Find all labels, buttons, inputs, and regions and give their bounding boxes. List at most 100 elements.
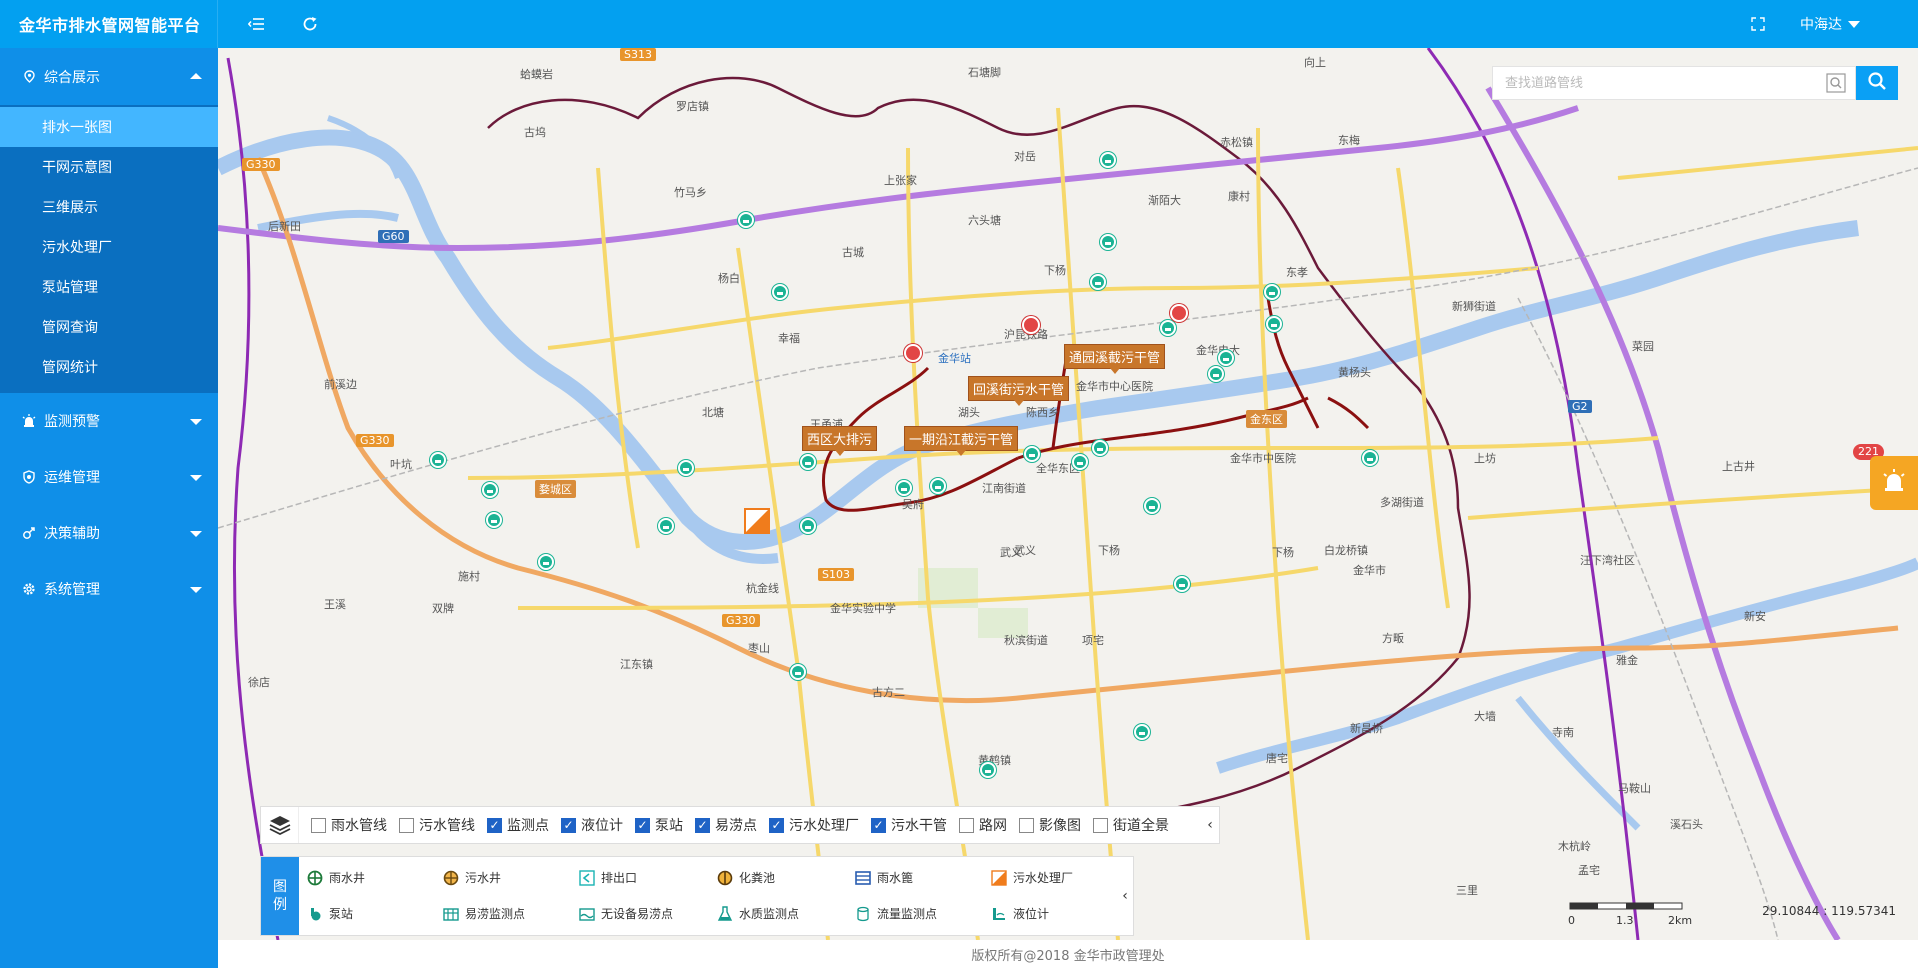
menu-item-3d-view[interactable]: 三维展示 — [0, 187, 218, 227]
layer-toggle-level-gauge[interactable]: 液位计 — [561, 815, 623, 835]
layer-toggle-rain-pipe[interactable]: 雨水管线 — [311, 815, 387, 835]
monitoring-point-marker[interactable] — [482, 482, 498, 498]
place-label: 江东镇 — [620, 658, 653, 671]
search-scan-icon[interactable] — [1825, 72, 1847, 94]
monitoring-point-marker[interactable] — [1218, 350, 1234, 366]
pipe-label[interactable]: 通园溪截污干管 — [1064, 344, 1166, 374]
monitoring-point-marker[interactable] — [1264, 284, 1280, 300]
monitoring-point-marker[interactable] — [678, 460, 694, 476]
menu-group-decision[interactable]: 决策辅助 — [0, 505, 218, 561]
layers-icon[interactable] — [261, 807, 299, 843]
menu-group-system[interactable]: 系统管理 — [0, 561, 218, 617]
menu-item-treatment-plant[interactable]: 污水处理厂 — [0, 227, 218, 267]
search-icon — [1867, 71, 1887, 95]
pump-station-marker[interactable] — [904, 344, 922, 362]
pipe-label[interactable]: 西区大排污 — [802, 426, 878, 456]
layer-toggle-street-view[interactable]: 街道全景 — [1093, 815, 1169, 835]
layer-toggle-monitoring[interactable]: 监测点 — [487, 815, 549, 835]
layer-toggle-sewage-pipe[interactable]: 污水管线 — [399, 815, 475, 835]
menu-group-label: 决策辅助 — [44, 526, 100, 542]
fullscreen-icon[interactable] — [1748, 14, 1768, 34]
chevron-left-icon[interactable]: ‹ — [1117, 857, 1133, 935]
pipe-label[interactable]: 回溪街污水干管 — [968, 376, 1070, 406]
menu-group-header-overview[interactable]: 综合展示 — [0, 48, 218, 105]
checkbox[interactable] — [635, 817, 650, 833]
menu-group-monitoring[interactable]: 监测预警 — [0, 393, 218, 449]
layer-toggle-treatment-plant[interactable]: 污水处理厂 — [769, 815, 859, 835]
layer-toggle-road-network[interactable]: 路网 — [959, 815, 1007, 835]
monitoring-point-marker[interactable] — [738, 212, 754, 228]
menu-item-trunk-diagram[interactable]: 干网示意图 — [0, 147, 218, 187]
checkbox[interactable] — [871, 817, 886, 833]
monitoring-point-marker[interactable] — [1072, 454, 1088, 470]
monitoring-point-marker[interactable] — [1092, 440, 1108, 456]
checkbox[interactable] — [561, 817, 576, 833]
pump-station-marker[interactable] — [1170, 304, 1188, 322]
monitoring-point-marker[interactable] — [896, 480, 912, 496]
menu-collapse-icon[interactable] — [246, 14, 266, 34]
monitoring-point-marker[interactable] — [1174, 576, 1190, 592]
chevron-left-icon[interactable]: ‹ — [1201, 807, 1219, 843]
monitoring-point-marker[interactable] — [486, 512, 502, 528]
layer-toggle-pump[interactable]: 泵站 — [635, 815, 683, 835]
search-input[interactable] — [1493, 67, 1825, 99]
layer-toggle-sewage-trunk[interactable]: 污水干管 — [871, 815, 947, 835]
refresh-icon[interactable] — [300, 14, 320, 34]
checkbox[interactable] — [1093, 817, 1108, 833]
checkbox[interactable] — [487, 817, 502, 833]
monitoring-point-marker[interactable] — [1362, 450, 1378, 466]
monitoring-point-marker[interactable] — [538, 554, 554, 570]
monitoring-point-marker[interactable] — [800, 518, 816, 534]
legend-item: 污水处理厂 — [991, 869, 1073, 886]
monitoring-point-marker[interactable] — [1134, 724, 1150, 740]
monitoring-point-marker[interactable] — [790, 664, 806, 680]
search-box — [1492, 66, 1856, 100]
monitoring-point-marker[interactable] — [658, 518, 674, 534]
place-label: 新狮街道 — [1452, 300, 1496, 313]
monitoring-point-marker[interactable] — [980, 762, 996, 778]
checkbox[interactable] — [959, 817, 974, 833]
layer-toggle-imagery[interactable]: 影像图 — [1019, 815, 1081, 835]
legend-item: 化粪池 — [717, 869, 775, 886]
monitoring-point-marker[interactable] — [1100, 152, 1116, 168]
level-gauge-icon — [991, 906, 1007, 922]
chevron-down-icon — [190, 419, 202, 425]
search-button[interactable] — [1856, 66, 1898, 100]
menu-group-operations[interactable]: 运维管理 — [0, 449, 218, 505]
monitoring-point-marker[interactable] — [800, 454, 816, 470]
menu-item-pump-station[interactable]: 泵站管理 — [0, 267, 218, 307]
treatment-plant-marker[interactable] — [744, 508, 770, 534]
monitoring-point-marker[interactable] — [1144, 498, 1160, 514]
menu-item-drainage-map[interactable]: 排水一张图 — [0, 107, 218, 147]
monitoring-point-marker[interactable] — [1160, 320, 1176, 336]
layer-label: 泵站 — [655, 818, 683, 834]
monitoring-point-marker[interactable] — [772, 284, 788, 300]
flood-monitor-icon — [443, 906, 459, 922]
checkbox[interactable] — [311, 817, 326, 833]
map-canvas[interactable]: 蛤蟆岩 罗店镇 石塘脚 向上 塘坪 古坞 竹马乡 上张家 对岳 赤松镇 东梅 后… — [218, 48, 1918, 940]
pump-station-marker[interactable] — [1022, 316, 1040, 334]
place-label: 湖头 — [958, 406, 980, 419]
monitoring-point-marker[interactable] — [430, 452, 446, 468]
checkbox[interactable] — [769, 817, 784, 833]
place-label: 北塘 — [702, 406, 724, 419]
monitoring-point-marker[interactable] — [1208, 366, 1224, 382]
user-name: 中海达 — [1800, 17, 1842, 33]
alarm-button[interactable] — [1870, 456, 1918, 510]
checkbox[interactable] — [399, 817, 414, 833]
monitoring-point-marker[interactable] — [1266, 316, 1282, 332]
checkbox[interactable] — [1019, 817, 1034, 833]
pipe-label[interactable]: 一期沿江截污干管 — [904, 426, 1019, 456]
monitoring-point-marker[interactable] — [1024, 446, 1040, 462]
checkbox[interactable] — [695, 817, 710, 833]
place-label: 古方二 — [872, 686, 905, 699]
place-label: 下杨 — [1044, 264, 1066, 277]
monitoring-point-marker[interactable] — [930, 478, 946, 494]
layer-toggle-flood-point[interactable]: 易涝点 — [695, 815, 757, 835]
menu-item-network-query[interactable]: 管网查询 — [0, 307, 218, 347]
user-menu[interactable]: 中海达 — [1800, 14, 1860, 34]
menu-item-network-stats[interactable]: 管网统计 — [0, 347, 218, 387]
menu-item-label: 排水一张图 — [42, 120, 112, 136]
monitoring-point-marker[interactable] — [1090, 274, 1106, 290]
monitoring-point-marker[interactable] — [1100, 234, 1116, 250]
